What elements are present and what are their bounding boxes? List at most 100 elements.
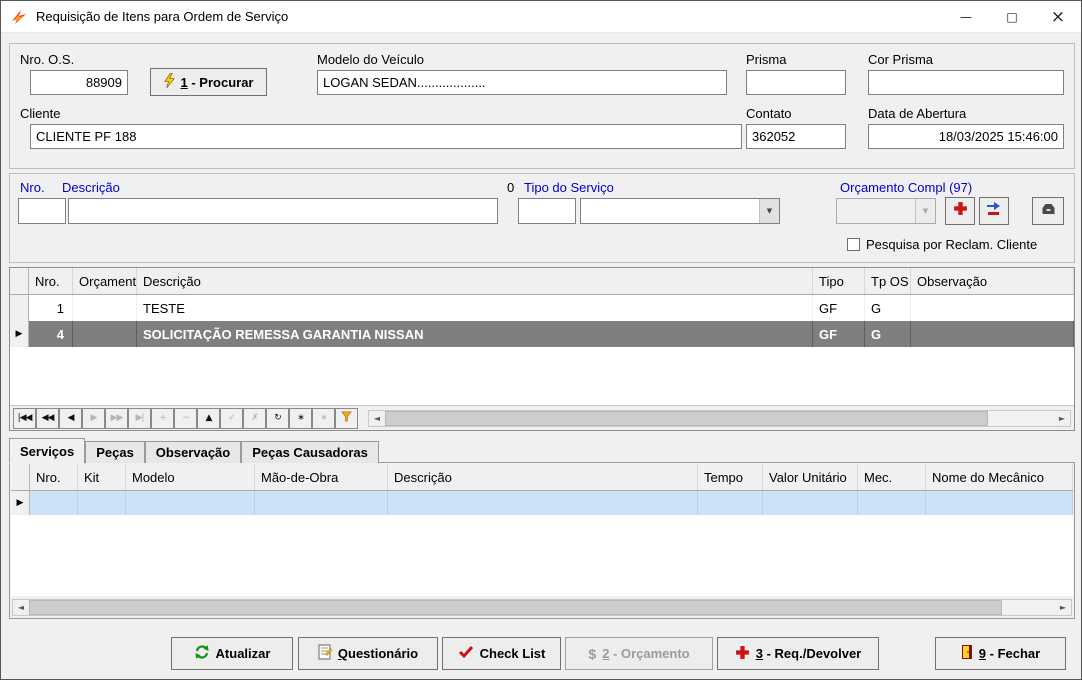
nav-next-page-button[interactable]: ▶▶ bbox=[105, 407, 128, 429]
nav-filter-button[interactable] bbox=[335, 407, 358, 429]
services-selected-row[interactable]: ▶ bbox=[11, 491, 1073, 515]
nav-cancel-button[interactable]: ✗ bbox=[243, 407, 266, 429]
column-header-mec[interactable]: Mec. bbox=[858, 464, 926, 490]
scroll-thumb[interactable] bbox=[385, 410, 988, 426]
tab-servicos[interactable]: Serviços bbox=[9, 438, 86, 464]
nav-insert-button[interactable]: + bbox=[151, 407, 174, 429]
column-header-kit[interactable]: Kit bbox=[78, 464, 126, 490]
nav-refresh-button[interactable]: ↻ bbox=[266, 407, 289, 429]
nav-prior-page-button[interactable]: ◀◀ bbox=[36, 407, 59, 429]
transfer-button[interactable] bbox=[979, 197, 1009, 225]
prisma-field[interactable] bbox=[746, 70, 846, 95]
row-indicator-icon: ▶ bbox=[11, 491, 30, 515]
tab-pecas-causadoras[interactable]: Peças Causadoras bbox=[241, 441, 379, 463]
services-grid: Nro. Kit Modelo Mão-de-Obra Descrição Te… bbox=[11, 464, 1073, 596]
nav-prior-button[interactable]: ◀ bbox=[59, 407, 82, 429]
scroll-thumb[interactable] bbox=[29, 600, 1003, 615]
services-hscrollbar[interactable]: ◄ ► bbox=[12, 599, 1072, 616]
modelo-field[interactable] bbox=[317, 70, 727, 95]
chevron-down-icon: ▼ bbox=[915, 199, 935, 223]
column-header-nome-mecanico[interactable]: Nome do Mecânico bbox=[926, 464, 1073, 490]
checklist-button[interactable]: Check List bbox=[442, 637, 561, 670]
lightning-icon bbox=[163, 72, 175, 91]
column-header-nro[interactable]: Nro. bbox=[30, 464, 78, 490]
scroll-track[interactable] bbox=[988, 411, 1054, 426]
column-header-descricao[interactable]: Descrição bbox=[137, 268, 813, 294]
close-button[interactable]: × bbox=[1035, 1, 1081, 32]
cliente-field[interactable] bbox=[30, 124, 742, 149]
chevron-down-icon[interactable]: ▼ bbox=[759, 199, 779, 223]
main-grid-hscrollbar[interactable]: ◄ ► bbox=[368, 409, 1071, 427]
scroll-left-icon[interactable]: ◄ bbox=[369, 410, 385, 426]
contato-field[interactable] bbox=[746, 124, 846, 149]
column-header-tpos[interactable]: Tp OS bbox=[865, 268, 911, 294]
data-abertura-label: Data de Abertura bbox=[868, 106, 967, 121]
filter-descricao-field[interactable] bbox=[68, 198, 498, 224]
nav-post-button[interactable]: ✓ bbox=[220, 407, 243, 429]
drawer-button[interactable] bbox=[1032, 197, 1064, 225]
table-row-selected[interactable]: ▶ 4 SOLICITAÇÃO REMESSA GARANTIA NISSAN … bbox=[10, 321, 1074, 347]
column-header-mao-de-obra[interactable]: Mão-de-Obra bbox=[255, 464, 388, 490]
cell-orcamento bbox=[73, 321, 137, 347]
nav-last-button[interactable]: ▶| bbox=[128, 407, 151, 429]
column-header-descricao[interactable]: Descrição bbox=[388, 464, 698, 490]
scroll-right-icon[interactable]: ► bbox=[1055, 600, 1071, 615]
filter-nro-field[interactable] bbox=[18, 198, 66, 224]
pesquisa-reclam-checkbox[interactable] bbox=[847, 238, 860, 251]
nav-bookmark-button[interactable]: ∗ bbox=[289, 407, 312, 429]
cell-descricao: TESTE bbox=[137, 295, 813, 321]
cell-nro: 4 bbox=[29, 321, 73, 347]
scroll-left-icon[interactable]: ◄ bbox=[13, 600, 29, 615]
nav-next-button[interactable]: ▶ bbox=[82, 407, 105, 429]
prisma-label: Prisma bbox=[746, 52, 787, 67]
nav-delete-button[interactable]: − bbox=[174, 407, 197, 429]
orcamento-button[interactable]: $ 2 - Orçamento bbox=[565, 637, 713, 670]
nav-first-button[interactable]: |◀◀ bbox=[13, 407, 36, 429]
orcamento-compl-label: Orçamento Compl (97) bbox=[840, 180, 973, 195]
minimize-button[interactable]: — bbox=[943, 1, 989, 32]
fechar-button[interactable]: 9 - Fechar bbox=[935, 637, 1066, 670]
cell-nro: 1 bbox=[29, 295, 73, 321]
column-header-orcamento[interactable]: Orçamento bbox=[73, 268, 137, 294]
column-header-nro[interactable]: Nro. bbox=[29, 268, 73, 294]
questionario-button[interactable]: Questionário bbox=[298, 637, 438, 670]
titlebar: Requisição de Itens para Ordem de Serviç… bbox=[1, 1, 1081, 33]
column-header-observacao[interactable]: Observação bbox=[911, 268, 1074, 294]
column-header-valor-unitario[interactable]: Valor Unitário bbox=[763, 464, 858, 490]
column-header-tempo[interactable]: Tempo bbox=[698, 464, 763, 490]
filter-tipo-field[interactable] bbox=[518, 198, 576, 224]
tab-pecas[interactable]: Peças bbox=[85, 441, 145, 463]
maximize-button[interactable]: □ bbox=[989, 1, 1035, 32]
filter-nro-label: Nro. bbox=[20, 180, 45, 195]
column-header-modelo[interactable]: Modelo bbox=[126, 464, 255, 490]
add-item-button[interactable] bbox=[945, 197, 975, 225]
nro-os-field[interactable] bbox=[30, 70, 128, 95]
atualizar-button[interactable]: Atualizar bbox=[171, 637, 293, 670]
filter-funnel-icon bbox=[341, 411, 352, 425]
data-abertura-field[interactable] bbox=[868, 124, 1064, 149]
app-icon bbox=[10, 9, 28, 25]
nro-os-label: Nro. O.S. bbox=[20, 52, 75, 67]
services-tab-panel: Nro. Kit Modelo Mão-de-Obra Descrição Te… bbox=[9, 462, 1075, 619]
requisitar-devolver-button[interactable]: 3 - Req./Devolver bbox=[717, 637, 879, 670]
drawer-icon bbox=[1040, 202, 1057, 221]
table-row[interactable]: 1 TESTE GF G bbox=[10, 295, 1074, 321]
scroll-right-icon[interactable]: ► bbox=[1054, 410, 1070, 426]
scroll-track[interactable] bbox=[1002, 600, 1055, 615]
cell-descricao: SOLICITAÇÃO REMESSA GARANTIA NISSAN bbox=[137, 321, 813, 347]
detail-tabs: Serviços Peças Observação Peças Causador… bbox=[9, 437, 379, 464]
procurar-button[interactable]: 1 - Procurar bbox=[150, 68, 267, 96]
refresh-icon bbox=[194, 644, 210, 663]
nav-goto-bookmark-button[interactable]: ∗ bbox=[312, 407, 335, 429]
tipo-servico-combobox[interactable]: ▼ bbox=[580, 198, 780, 224]
nav-edit-button[interactable]: ▲ bbox=[197, 407, 220, 429]
tab-observacao[interactable]: Observação bbox=[144, 441, 242, 463]
cor-prisma-field[interactable] bbox=[868, 70, 1064, 95]
pesquisa-reclam-label: Pesquisa por Reclam. Cliente bbox=[866, 237, 1038, 252]
cell-orcamento bbox=[73, 295, 137, 321]
red-plus-icon bbox=[735, 645, 750, 663]
filter-panel: Nro. Descrição 0 Tipo do Serviço Orçamen… bbox=[9, 173, 1075, 263]
window-controls: — □ × bbox=[943, 1, 1081, 32]
column-header-tipo[interactable]: Tipo bbox=[813, 268, 865, 294]
orcamento-compl-combobox[interactable]: ▼ bbox=[836, 198, 936, 224]
